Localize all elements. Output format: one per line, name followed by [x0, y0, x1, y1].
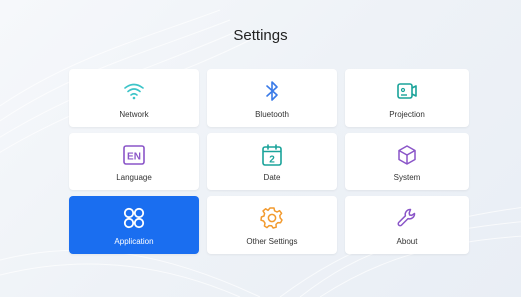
bluetooth-icon	[259, 78, 285, 104]
projection-icon	[394, 78, 420, 104]
wrench-icon	[394, 205, 420, 231]
language-icon-text: EN	[127, 152, 141, 163]
tile-label: Date	[263, 173, 281, 182]
tile-label: About	[396, 237, 418, 246]
tile-language[interactable]: EN Language	[69, 133, 199, 190]
tile-other-settings[interactable]: Other Settings	[207, 196, 337, 254]
tile-label: System	[393, 173, 421, 182]
language-en-icon: EN	[121, 142, 147, 168]
gear-icon	[259, 205, 285, 231]
settings-grid: Network Bluetooth Projection EN Language…	[69, 69, 469, 254]
wifi-icon	[121, 78, 147, 104]
calendar-icon: 2	[259, 142, 285, 168]
tile-label: Application	[114, 237, 154, 246]
tile-label: Language	[116, 173, 152, 182]
page-title: Settings	[233, 27, 288, 44]
tile-network[interactable]: Network	[69, 69, 199, 127]
tile-label: Projection	[389, 110, 425, 119]
tile-label: Network	[119, 110, 149, 119]
tile-about[interactable]: About	[345, 196, 469, 254]
tile-label: Other Settings	[246, 237, 298, 246]
tile-bluetooth[interactable]: Bluetooth	[207, 69, 337, 127]
tile-label: Bluetooth	[255, 110, 289, 119]
tile-application[interactable]: Application	[69, 196, 199, 254]
tile-system[interactable]: System	[345, 133, 469, 190]
cube-icon	[394, 142, 420, 168]
date-icon-text: 2	[269, 155, 275, 166]
apps-icon	[121, 205, 147, 231]
tile-projection[interactable]: Projection	[345, 69, 469, 127]
tile-date[interactable]: 2 Date	[207, 133, 337, 190]
